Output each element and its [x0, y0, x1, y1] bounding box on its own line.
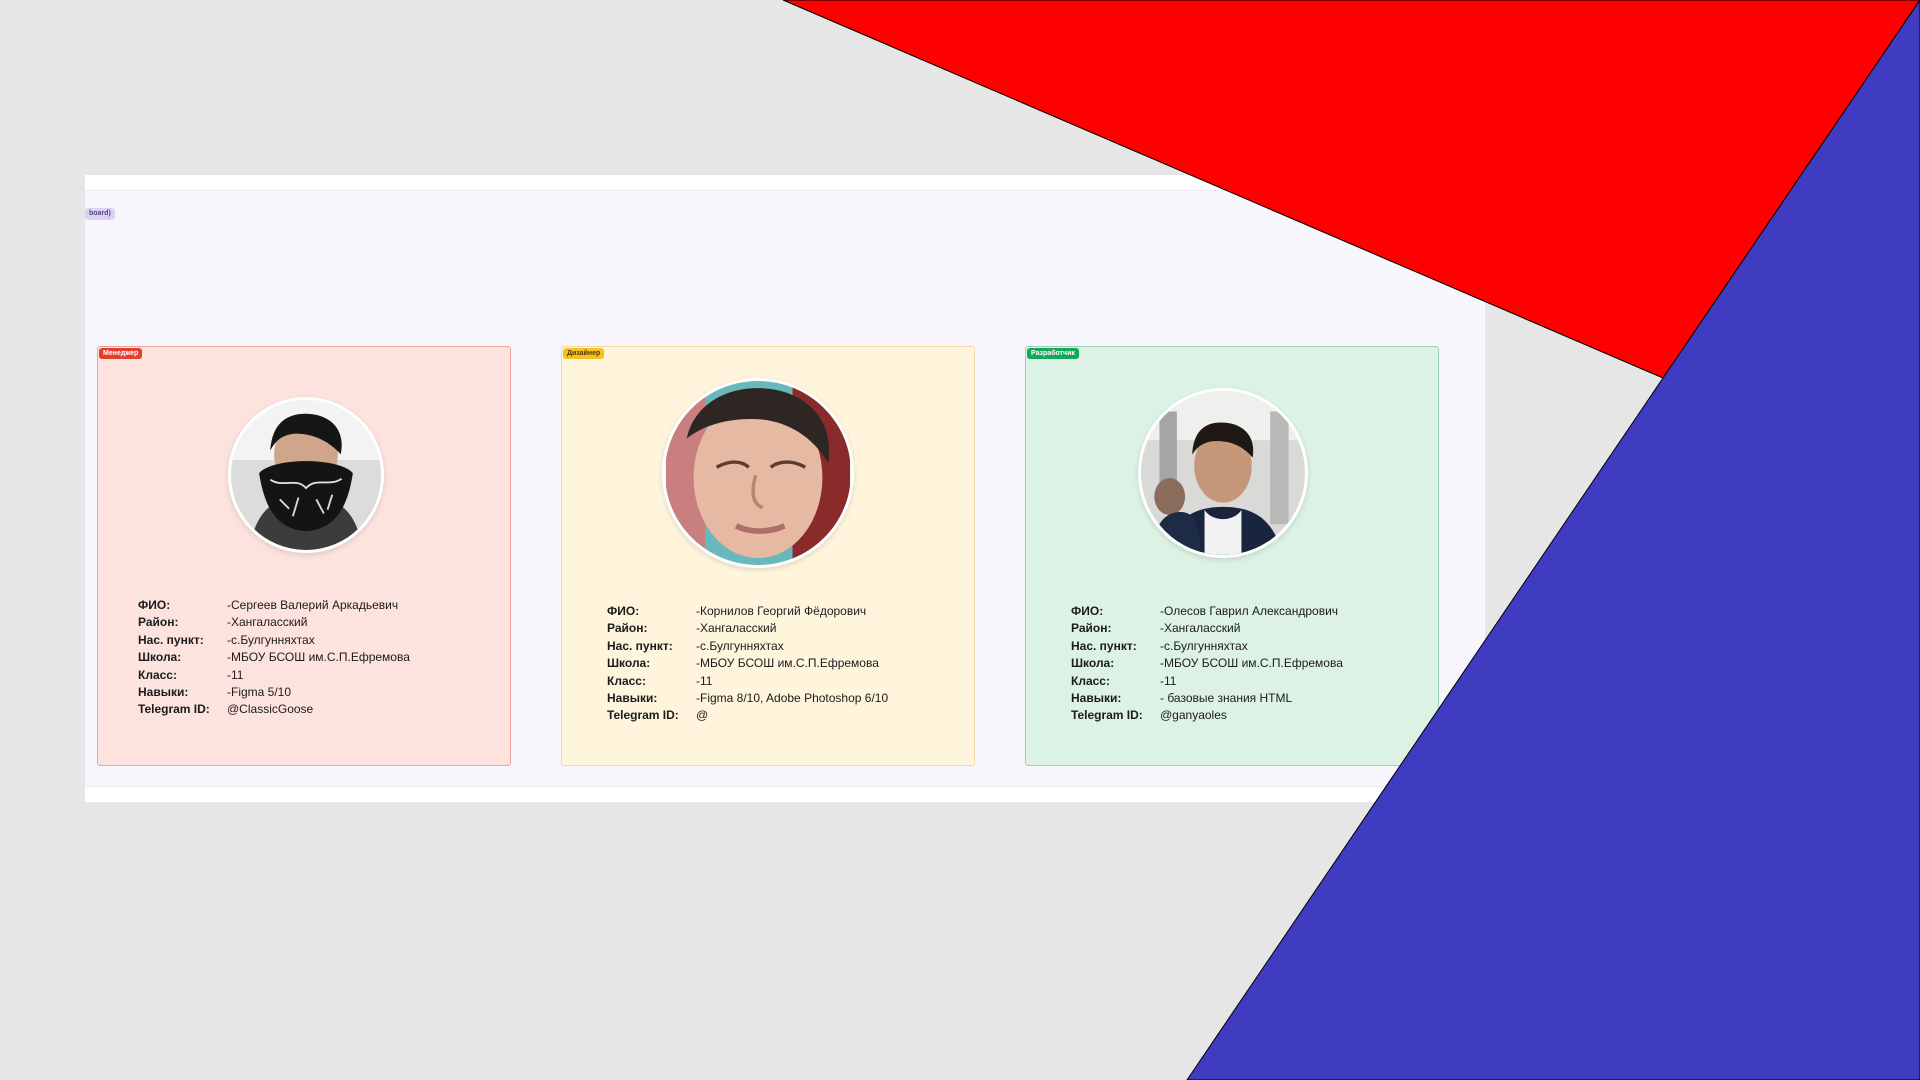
developer-photo-icon — [1141, 391, 1305, 555]
manager-fio-row: ФИО: -Сергеев Валерий Аркадьевич — [138, 597, 488, 614]
settlement-label: Нас. пункт: — [1071, 638, 1137, 653]
board-frame-badge: board) — [85, 208, 115, 220]
developer-skills-value: - базовые знания HTML — [1160, 691, 1293, 706]
manager-school-row: Школа: -МБОУ БСОШ им.С.П.Ефремова — [138, 649, 488, 666]
manager-settlement-value: -с.Булгунняхтах — [227, 632, 315, 647]
class-label: Класс: — [138, 667, 177, 682]
designer-class-value: -11 — [696, 673, 713, 688]
class-label: Класс: — [607, 673, 646, 688]
manager-class-value: -11 — [227, 667, 244, 682]
designer-telegram-value: @ — [696, 708, 709, 723]
manager-avatar — [228, 397, 384, 553]
telegram-label: Telegram ID: — [607, 708, 679, 723]
skills-label: Навыки: — [607, 691, 658, 706]
designer-role-badge: Дизайнер — [563, 348, 605, 359]
district-label: Район: — [138, 615, 179, 630]
fio-label: ФИО: — [138, 598, 171, 612]
developer-fio-row: ФИО: -Олесов Гаврил Александрович — [1071, 603, 1421, 620]
manager-card: Менеджер ФИО: -Сергеев Валерий Аркадьеви… — [97, 346, 511, 766]
manager-school-value: -МБОУ БСОШ им.С.П.Ефремова — [227, 650, 410, 665]
designer-photo-icon — [666, 381, 850, 565]
district-label: Район: — [607, 621, 648, 636]
designer-fio-row: ФИО: -Корнилов Георгий Фёдорович — [607, 603, 957, 620]
school-label: Школа: — [138, 650, 182, 665]
developer-settlement-row: Нас. пункт: -с.Булгунняхтах — [1071, 638, 1421, 655]
developer-school-row: Школа: -МБОУ БСОШ им.С.П.Ефремова — [1071, 655, 1421, 672]
manager-fio-value: -Сергеев Валерий Аркадьевич — [227, 598, 399, 612]
slide-stage: board) Менеджер ФИО: -Сергеев Валерий Ар… — [0, 0, 1920, 1080]
manager-skills-row: Навыки: -Figma 5/10 — [138, 684, 488, 701]
developer-school-value: -МБОУ БСОШ им.С.П.Ефремова — [1160, 656, 1343, 671]
developer-fio-value: -Олесов Гаврил Александрович — [1160, 604, 1339, 618]
designer-class-row: Класс: -11 — [607, 673, 957, 690]
designer-fio-value: -Корнилов Георгий Фёдорович — [696, 604, 867, 618]
manager-district-value: -Хангаласский — [227, 615, 308, 630]
manager-info: ФИО: -Сергеев Валерий Аркадьевич Район: -Х… — [138, 597, 488, 719]
designer-settlement-row: Нас. пункт: -с.Булгунняхтах — [607, 638, 957, 655]
developer-class-value: -11 — [1160, 673, 1177, 688]
developer-telegram-row: Telegram ID: @ganyaoles — [1071, 707, 1421, 724]
designer-settlement-value: -с.Булгунняхтах — [696, 638, 784, 653]
board-canvas: board) Менеджер ФИО: -Сергеев Валерий Ар… — [85, 190, 1485, 787]
school-label: Школа: — [607, 656, 651, 671]
developer-district-row: Район: -Хангаласский — [1071, 620, 1421, 637]
designer-skills-value: -Figma 8/10, Adobe Photoshop 6/10 — [696, 691, 889, 706]
designer-skills-row: Навыки: -Figma 8/10, Adobe Photoshop 6/10 — [607, 690, 957, 707]
manager-photo-icon — [231, 400, 381, 550]
skills-label: Навыки: — [1071, 691, 1122, 706]
designer-info: ФИО: -Корнилов Георгий Фёдорович Район: -Х… — [607, 603, 957, 725]
developer-district-value: -Хангаласский — [1160, 621, 1241, 636]
developer-class-row: Класс: -11 — [1071, 673, 1421, 690]
settlement-label: Нас. пункт: — [607, 638, 673, 653]
manager-settlement-row: Нас. пункт: -с.Булгунняхтах — [138, 632, 488, 649]
team-board: board) Менеджер ФИО: -Сергеев Валерий Ар… — [85, 175, 1485, 802]
designer-district-row: Район: -Хангаласский — [607, 620, 957, 637]
telegram-label: Telegram ID: — [138, 702, 210, 717]
developer-skills-row: Навыки: - базовые знания HTML — [1071, 690, 1421, 707]
telegram-label: Telegram ID: — [1071, 708, 1143, 723]
manager-skills-value: -Figma 5/10 — [227, 685, 292, 700]
designer-card: Дизайнер ФИО: -Корнилов Георгий Фёдорови… — [561, 346, 975, 766]
settlement-label: Нас. пункт: — [138, 632, 204, 647]
fio-label: ФИО: — [607, 604, 640, 618]
developer-settlement-value: -с.Булгунняхтах — [1160, 638, 1248, 653]
district-label: Район: — [1071, 621, 1112, 636]
manager-telegram-row: Telegram ID: @ClassicGoose — [138, 701, 488, 718]
designer-school-value: -МБОУ БСОШ им.С.П.Ефремова — [696, 656, 879, 671]
manager-telegram-value: @ClassicGoose — [227, 702, 314, 717]
manager-role-badge: Менеджер — [99, 348, 143, 359]
manager-class-row: Класс: -11 — [138, 667, 488, 684]
class-label: Класс: — [1071, 673, 1110, 688]
developer-avatar — [1138, 388, 1308, 558]
designer-telegram-row: Telegram ID: @ — [607, 707, 957, 724]
school-label: Школа: — [1071, 656, 1115, 671]
developer-info: ФИО: -Олесов Гаврил Александрович Район: -… — [1071, 603, 1421, 725]
developer-role-badge: Разработчик — [1027, 348, 1079, 359]
manager-district-row: Район: -Хангаласский — [138, 614, 488, 631]
fio-label: ФИО: — [1071, 604, 1104, 618]
designer-avatar — [662, 378, 854, 568]
skills-label: Навыки: — [138, 685, 189, 700]
designer-district-value: -Хангаласский — [696, 621, 777, 636]
designer-school-row: Школа: -МБОУ БСОШ им.С.П.Ефремова — [607, 655, 957, 672]
developer-telegram-value: @ganyaoles — [1160, 708, 1227, 723]
developer-card: Разработчик ФИО: -Олесов Гаврил Александ… — [1025, 346, 1439, 766]
